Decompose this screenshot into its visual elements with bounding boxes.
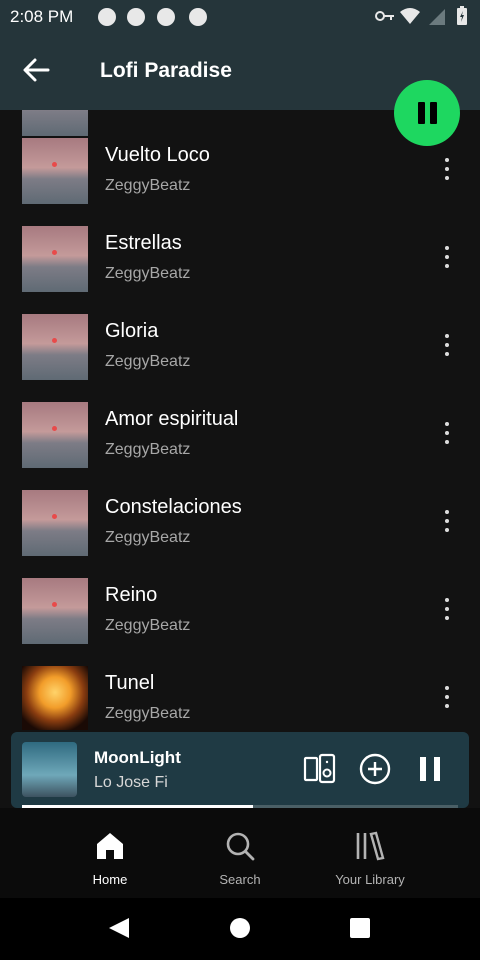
track-artist: ZeggyBeatz bbox=[105, 441, 191, 458]
more-options-icon[interactable] bbox=[444, 158, 450, 184]
track-title: Vuelto Loco bbox=[105, 144, 210, 166]
back-arrow-icon[interactable] bbox=[20, 54, 52, 86]
system-recents-icon[interactable] bbox=[349, 917, 371, 939]
list-item[interactable]: Tunel ZeggyBeatz bbox=[0, 666, 480, 730]
more-options-icon[interactable] bbox=[444, 598, 450, 624]
signal-icon bbox=[429, 9, 445, 25]
library-icon bbox=[356, 831, 385, 861]
album-art bbox=[22, 490, 88, 556]
system-nav-bar bbox=[0, 898, 480, 960]
spotify-status-icon bbox=[98, 8, 116, 26]
track-artist: ZeggyBeatz bbox=[105, 529, 191, 546]
album-art bbox=[22, 110, 88, 136]
pause-button[interactable] bbox=[394, 80, 460, 146]
track-title: Constelaciones bbox=[105, 496, 242, 518]
wifi-icon bbox=[400, 8, 420, 24]
system-back-icon[interactable] bbox=[107, 916, 131, 940]
search-icon bbox=[226, 832, 255, 861]
track-title: Estrellas bbox=[105, 232, 182, 254]
connect-device-icon[interactable] bbox=[303, 752, 337, 786]
track-artist: ZeggyBeatz bbox=[105, 353, 191, 370]
more-options-icon[interactable] bbox=[444, 246, 450, 272]
page-title: Lofi Paradise bbox=[100, 59, 232, 82]
playback-progress-fill bbox=[22, 805, 254, 808]
home-icon bbox=[97, 833, 123, 859]
battery-icon bbox=[457, 6, 467, 25]
more-options-icon[interactable] bbox=[444, 510, 450, 536]
list-item[interactable]: Gloria ZeggyBeatz bbox=[0, 314, 480, 402]
pause-icon bbox=[418, 102, 425, 124]
track-artist: ZeggyBeatz bbox=[105, 617, 191, 634]
app2-status-icon bbox=[157, 8, 175, 26]
track-title: Amor espiritual bbox=[105, 408, 239, 430]
now-playing-cover bbox=[22, 742, 77, 797]
list-item[interactable]: Constelaciones ZeggyBeatz bbox=[0, 490, 480, 578]
mini-player[interactable]: MoonLight Lo Jose Fi bbox=[11, 732, 469, 808]
track-artist: ZeggyBeatz bbox=[105, 265, 191, 282]
nav-library[interactable]: Your Library bbox=[315, 828, 425, 892]
list-item[interactable]: Vuelto Loco ZeggyBeatz bbox=[0, 138, 480, 226]
system-home-icon[interactable] bbox=[229, 917, 251, 939]
status-time: 2:08 PM bbox=[10, 7, 74, 26]
playback-progress bbox=[22, 805, 458, 808]
track-title: Gloria bbox=[105, 320, 159, 342]
now-playing-artist: Lo Jose Fi bbox=[94, 774, 168, 791]
pause-icon-bar bbox=[430, 102, 437, 124]
mini-pause-icon[interactable] bbox=[413, 752, 447, 786]
nav-library-label: Your Library bbox=[335, 872, 405, 887]
album-art bbox=[22, 578, 88, 644]
nav-search-label: Search bbox=[219, 872, 261, 887]
album-art bbox=[22, 666, 88, 730]
more-options-icon[interactable] bbox=[444, 334, 450, 360]
track-title: Reino bbox=[105, 584, 158, 606]
add-icon[interactable] bbox=[358, 752, 392, 786]
key-icon bbox=[375, 11, 394, 21]
nav-home[interactable]: Home bbox=[55, 828, 165, 892]
app3-status-icon bbox=[189, 8, 207, 26]
app-status-icon bbox=[127, 8, 145, 26]
album-art bbox=[22, 138, 88, 204]
album-art bbox=[22, 314, 88, 380]
track-title: Tunel bbox=[105, 672, 155, 694]
track-artist: ZeggyBeatz bbox=[105, 177, 191, 194]
nav-search[interactable]: Search bbox=[185, 828, 295, 892]
now-playing-title: MoonLight bbox=[94, 748, 181, 767]
status-bar: 2:08 PM bbox=[0, 0, 480, 34]
list-item[interactable]: Amor espiritual ZeggyBeatz bbox=[0, 402, 480, 490]
track-list: Vuelto Loco ZeggyBeatz Estrellas ZeggyBe… bbox=[0, 110, 480, 730]
track-artist: ZeggyBeatz bbox=[105, 705, 191, 722]
more-options-icon[interactable] bbox=[444, 686, 450, 712]
album-art bbox=[22, 226, 88, 292]
list-item[interactable]: Reino ZeggyBeatz bbox=[0, 578, 480, 666]
list-item[interactable]: Estrellas ZeggyBeatz bbox=[0, 226, 480, 314]
bottom-nav: Home Search Your Library bbox=[0, 808, 480, 898]
album-art bbox=[22, 402, 88, 468]
more-options-icon[interactable] bbox=[444, 422, 450, 448]
nav-home-label: Home bbox=[92, 872, 128, 887]
